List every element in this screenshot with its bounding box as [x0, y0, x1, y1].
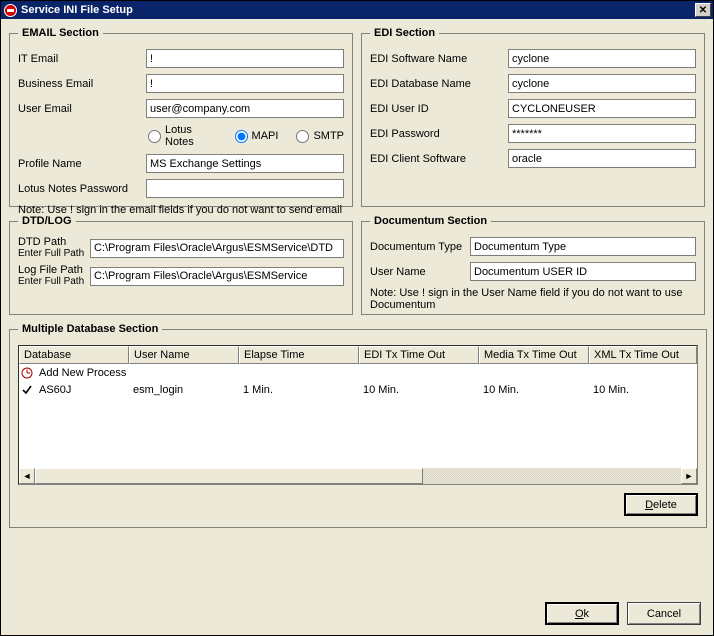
clock-icon [19, 367, 35, 379]
it-email-input[interactable] [146, 49, 344, 68]
col-username[interactable]: User Name [129, 346, 239, 364]
database-list[interactable]: Database User Name Elapse Time EDI Tx Ti… [18, 345, 698, 485]
cell-media: 10 Min. [479, 383, 589, 397]
edi-section: EDI Section EDI Software Name EDI Databa… [361, 27, 705, 207]
mapi-radio[interactable]: MAPI [235, 130, 279, 143]
log-path-label: Log File Path Enter Full Path [18, 265, 90, 287]
business-email-label: Business Email [18, 78, 146, 90]
edi-password-label: EDI Password [370, 128, 508, 140]
documentum-note: Note: Use ! sign in the User Name field … [370, 287, 696, 311]
edi-userid-input[interactable] [508, 99, 696, 118]
dtd-path-label: DTD Path Enter Full Path [18, 237, 90, 259]
documentum-user-input[interactable] [470, 262, 696, 281]
email-legend: EMAIL Section [18, 27, 103, 39]
business-email-input[interactable] [146, 74, 344, 93]
multiple-database-section: Multiple Database Section Database User … [9, 323, 707, 528]
edi-userid-label: EDI User ID [370, 103, 508, 115]
col-elapse[interactable]: Elapse Time [239, 346, 359, 364]
dtd-path-input[interactable] [90, 239, 344, 258]
col-edi-timeout[interactable]: EDI Tx Time Out [359, 346, 479, 364]
lotus-notes-radio[interactable]: Lotus Notes [148, 124, 217, 148]
col-database[interactable]: Database [19, 346, 129, 364]
list-header: Database User Name Elapse Time EDI Tx Ti… [19, 346, 697, 364]
edi-database-label: EDI Database Name [370, 78, 508, 90]
table-row[interactable]: AS60J esm_login 1 Min. 10 Min. 10 Min. 1… [19, 381, 697, 398]
cell-db: AS60J [35, 383, 129, 397]
profile-name-input[interactable] [146, 154, 344, 173]
edi-database-input[interactable] [508, 74, 696, 93]
app-icon [3, 3, 17, 17]
user-email-label: User Email [18, 103, 146, 115]
title-bar: Service INI File Setup ✕ [1, 1, 713, 19]
documentum-type-input[interactable] [470, 237, 696, 256]
delete-button[interactable]: Delete [624, 493, 698, 516]
multi-legend: Multiple Database Section [18, 323, 162, 335]
edi-legend: EDI Section [370, 27, 439, 39]
cell-elapse: 1 Min. [239, 383, 359, 397]
documentum-type-label: Documentum Type [370, 241, 470, 253]
documentum-section: Documentum Section Documentum Type User … [361, 215, 705, 315]
ok-button[interactable]: Ok [545, 602, 619, 625]
scroll-left-button[interactable]: ◄ [19, 468, 35, 484]
horizontal-scrollbar[interactable]: ◄ ► [19, 468, 697, 484]
email-section: EMAIL Section IT Email Business Email Us… [9, 27, 353, 207]
edi-client-input[interactable] [508, 149, 696, 168]
scroll-thumb[interactable] [35, 468, 423, 484]
cell-xml: 10 Min. [589, 383, 697, 397]
dtd-log-section: DTD/LOG DTD Path Enter Full Path Log Fil… [9, 215, 353, 315]
documentum-legend: Documentum Section [370, 215, 491, 227]
close-button[interactable]: ✕ [695, 3, 711, 17]
lotus-password-label: Lotus Notes Password [18, 183, 146, 195]
edi-software-input[interactable] [508, 49, 696, 68]
edi-software-label: EDI Software Name [370, 53, 508, 65]
cell-user: esm_login [129, 383, 239, 397]
window-title: Service INI File Setup [21, 4, 695, 16]
it-email-label: IT Email [18, 53, 146, 65]
log-path-input[interactable] [90, 267, 344, 286]
cancel-button[interactable]: Cancel [627, 602, 701, 625]
add-new-process-row[interactable]: Add New Process [19, 364, 697, 381]
lotus-password-input[interactable] [146, 179, 344, 198]
user-email-input[interactable] [146, 99, 344, 118]
dtd-legend: DTD/LOG [18, 215, 76, 227]
col-xml-timeout[interactable]: XML Tx Time Out [589, 346, 697, 364]
edi-password-input[interactable] [508, 124, 696, 143]
scroll-right-button[interactable]: ► [681, 468, 697, 484]
edi-client-label: EDI Client Software [370, 153, 508, 165]
smtp-radio[interactable]: SMTP [296, 130, 344, 143]
col-media-timeout[interactable]: Media Tx Time Out [479, 346, 589, 364]
cell-edi: 10 Min. [359, 383, 479, 397]
profile-name-label: Profile Name [18, 158, 146, 170]
check-icon [19, 384, 35, 396]
documentum-user-label: User Name [370, 266, 470, 278]
